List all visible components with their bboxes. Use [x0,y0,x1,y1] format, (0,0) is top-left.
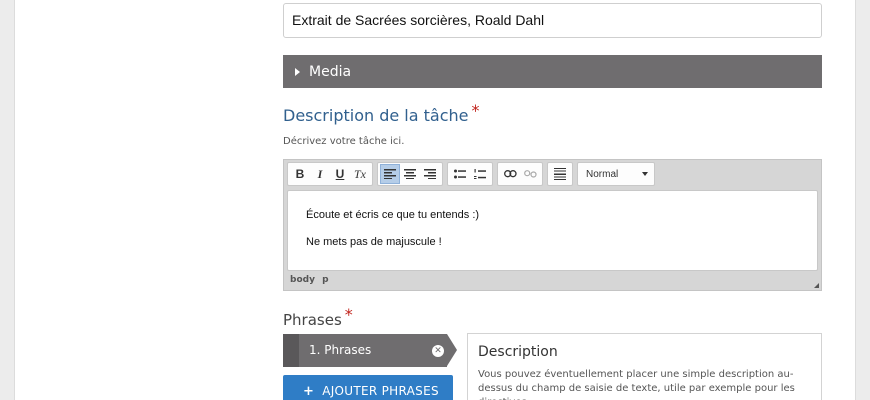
task-description-title-text: Description de la tâche [283,106,469,125]
plus-icon: + [303,383,315,399]
remove-format-button[interactable]: Tx [350,164,370,184]
toolbar-group-lists [447,162,493,186]
tab-arrow-shape [447,334,457,366]
path-item-body[interactable]: body [290,275,315,285]
page-panel: Extrait de Sacrées sorcières, Roald Dahl… [14,0,856,400]
phrases-title: Phrases * [283,305,353,329]
phrases-tab-body[interactable]: 1. Phrases [299,334,447,367]
toolbar-group-block [547,162,573,186]
editor-content[interactable]: Écoute et écris ce que tu entends :) Ne … [287,190,818,271]
path-item-p[interactable]: p [322,275,328,285]
task-description-title: Description de la tâche * [283,101,480,125]
phrases-tab[interactable]: 1. Phrases ✕ [283,334,463,367]
element-path: body p [290,275,329,285]
horizontal-rule-icon[interactable] [550,164,570,184]
description-panel-title: Description [478,344,558,360]
title-input[interactable]: Extrait de Sacrées sorcières, Roald Dahl [283,3,822,38]
editor-toolbar: B I U Tx Normal [287,162,655,187]
title-input-value: Extrait de Sacrées sorcières, Roald Dahl [292,12,545,28]
toolbar-group-links [497,162,543,186]
toolbar-group-basic: B I U Tx [287,162,373,186]
media-toggle[interactable]: Media [283,55,822,88]
editor-paragraph: Écoute et écris ce que tu entends :) [306,209,480,221]
align-left-icon[interactable] [380,164,400,184]
description-panel: Description Vous pouvez éventuellement p… [467,333,822,400]
close-icon[interactable]: ✕ [432,345,444,357]
underline-button[interactable]: U [330,164,350,184]
caret-right-icon [295,67,300,76]
align-right-icon[interactable] [420,164,440,184]
format-select-value: Normal [586,168,619,180]
description-panel-text: Vous pouvez éventuellement placer une si… [478,369,795,400]
add-phrases-label: AJOUTER PHRASES [322,384,439,398]
required-mark: * [471,101,480,120]
numbered-list-icon[interactable] [470,164,490,184]
phrases-tab-label: 1. Phrases [309,343,372,357]
bold-button[interactable]: B [290,164,310,184]
toolbar-group-align [377,162,443,186]
required-mark: * [344,305,353,324]
link-icon[interactable] [500,164,520,184]
add-phrases-button[interactable]: + AJOUTER PHRASES [283,375,453,400]
drag-handle[interactable] [283,334,299,367]
editor-paragraph: Ne mets pas de majuscule ! [306,236,442,248]
bulleted-list-icon[interactable] [450,164,470,184]
rich-text-editor: B I U Tx Normal Écoute et écris ce que t… [283,159,822,291]
chevron-down-icon [642,172,648,176]
format-select[interactable]: Normal [577,162,655,186]
task-description-hint: Décrivez votre tâche ici. [283,136,405,147]
italic-button[interactable]: I [310,164,330,184]
media-label: Media [309,63,352,80]
resize-handle-icon[interactable] [814,283,819,288]
unlink-icon[interactable] [520,164,540,184]
phrases-title-text: Phrases [283,311,342,329]
align-center-icon[interactable] [400,164,420,184]
